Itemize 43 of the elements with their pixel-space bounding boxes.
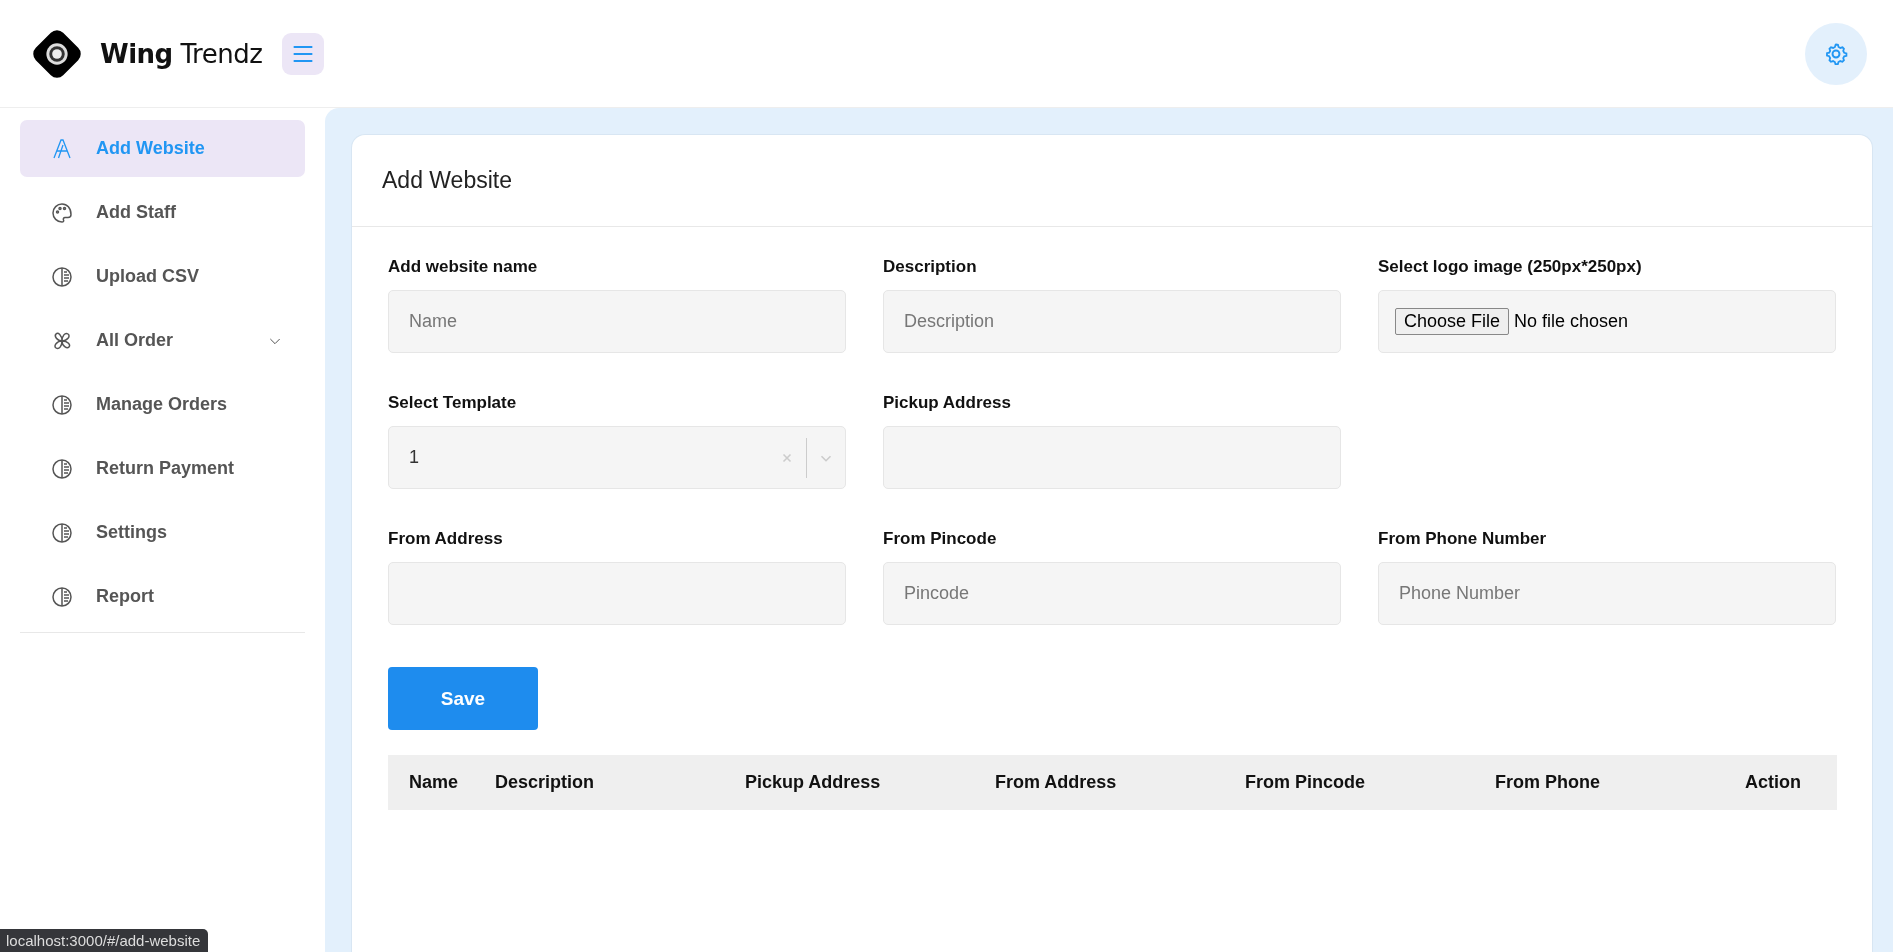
sidebar-item[interactable]: Manage Orders xyxy=(20,376,305,433)
column-header: Pickup Address xyxy=(745,772,882,793)
file-input-field[interactable]: Choose File No file chosen xyxy=(1378,290,1836,353)
half-circle-icon xyxy=(50,584,74,609)
menu-button[interactable] xyxy=(282,32,325,75)
choose-file-button[interactable]: Choose File xyxy=(1395,308,1510,335)
field-label: Pickup Address xyxy=(883,393,1012,413)
sidebar-item[interactable]: Report xyxy=(20,568,305,625)
input-field[interactable] xyxy=(883,426,1341,489)
half-circle-icon xyxy=(50,264,74,289)
column-header: From Phone xyxy=(1495,772,1601,793)
column-header: Action xyxy=(1745,772,1802,793)
sidebar-item[interactable]: Upload CSV xyxy=(20,248,305,305)
input-field[interactable]: Name xyxy=(388,290,846,353)
column-header: From Address xyxy=(995,772,1118,793)
field-label: Select Template xyxy=(388,393,518,413)
half-circle-icon xyxy=(50,456,74,481)
field-label: From Pincode xyxy=(883,529,998,549)
palette-icon xyxy=(50,200,74,225)
select-field[interactable]: 1 xyxy=(388,426,846,489)
sidebar-item[interactable]: Add Staff xyxy=(20,184,305,241)
column-header: Description xyxy=(495,772,596,793)
column-header: Name xyxy=(409,772,460,793)
field-label: Description xyxy=(883,257,978,277)
input-field[interactable]: Description xyxy=(883,290,1341,353)
field-label: From Phone Number xyxy=(1378,529,1548,549)
column-header: From Pincode xyxy=(1245,772,1366,793)
sidebar-item[interactable]: Return Payment xyxy=(20,440,305,497)
file-status: No file chosen xyxy=(1514,311,1629,332)
field-label: Select logo image (250px*250px) xyxy=(1378,257,1643,277)
half-circle-icon xyxy=(50,520,74,545)
input-field[interactable] xyxy=(388,562,846,625)
input-field[interactable]: Phone Number xyxy=(1378,562,1836,625)
field-label: Add website name xyxy=(388,257,539,277)
field-label: From Address xyxy=(388,529,504,549)
input-field[interactable]: Pincode xyxy=(883,562,1341,625)
card-title: Add Website xyxy=(382,167,512,194)
brand-name: Wing Trendz xyxy=(100,38,263,69)
sidebar-item[interactable]: Settings xyxy=(20,504,305,561)
sidebar-item[interactable]: All Order xyxy=(20,312,305,369)
select-value: 1 xyxy=(409,447,420,468)
half-circle-icon xyxy=(50,392,74,417)
status-url: localhost:3000/#/add-website xyxy=(0,929,209,952)
